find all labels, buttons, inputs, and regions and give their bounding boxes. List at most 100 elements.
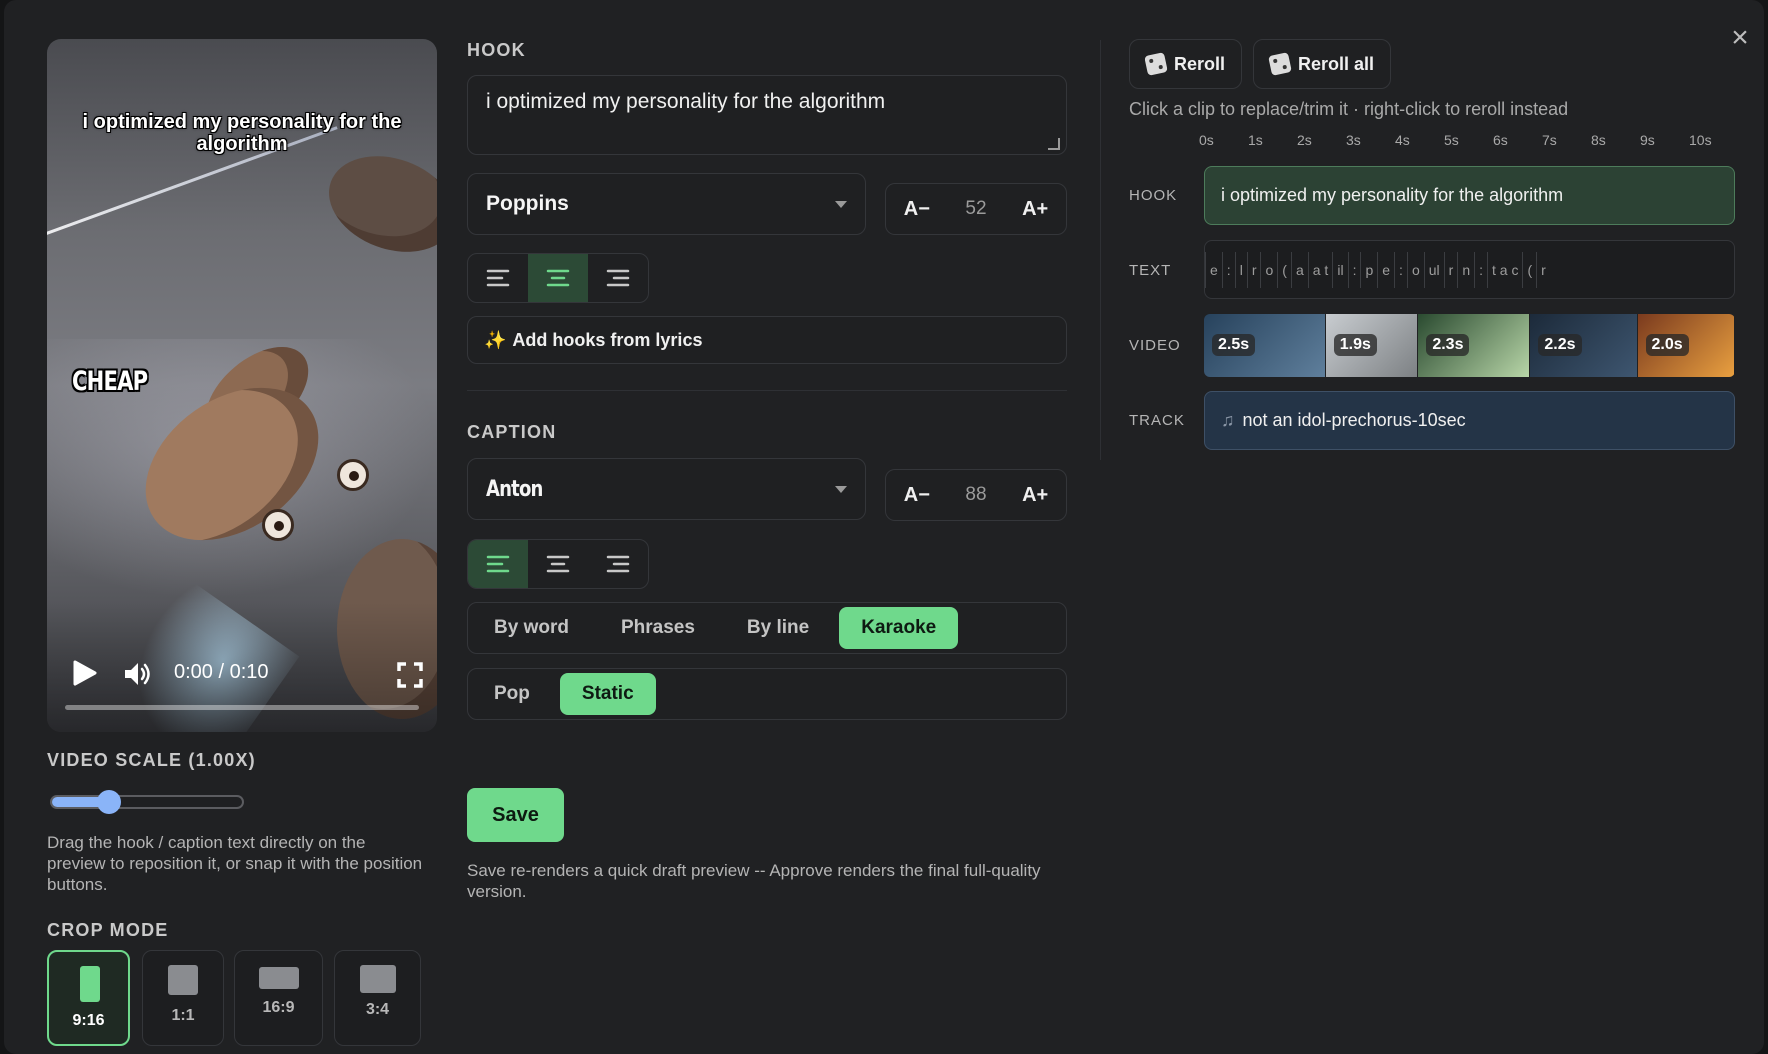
hook-text-input[interactable]: i optimized my personality for the algor… bbox=[467, 75, 1067, 155]
video-clip[interactable]: 1.9s bbox=[1325, 314, 1419, 377]
text-clip[interactable]: ( bbox=[1277, 251, 1291, 288]
crop-standard-icon bbox=[360, 965, 396, 993]
video-clip-duration: 2.2s bbox=[1538, 334, 1582, 356]
timeline-hint: Click a clip to replace/trim it · right-… bbox=[1129, 99, 1569, 119]
volume-icon[interactable] bbox=[123, 660, 153, 688]
save-button[interactable]: Save bbox=[467, 788, 564, 842]
close-icon[interactable]: × bbox=[1726, 23, 1754, 53]
dice-icon bbox=[1268, 52, 1292, 76]
text-clip[interactable]: r bbox=[1443, 251, 1458, 288]
text-clip[interactable]: : bbox=[1474, 251, 1487, 288]
video-clip[interactable]: 2.3s bbox=[1418, 314, 1531, 377]
caption-mode-by-word[interactable]: By word bbox=[472, 607, 591, 649]
video-clip-duration: 2.3s bbox=[1426, 334, 1470, 356]
add-hooks-from-lyrics-button[interactable]: ✨ Add hooks from lyrics bbox=[467, 316, 1067, 364]
text-clip[interactable]: a t bbox=[1307, 251, 1333, 288]
text-clip[interactable]: l bbox=[1234, 251, 1247, 288]
row-label-text: TEXT bbox=[1129, 262, 1172, 279]
text-track: e: l r o(a a t il: p e: o ul r n: t a c(r bbox=[1204, 240, 1735, 299]
playback-scrubber[interactable] bbox=[65, 705, 419, 710]
caption-size-increase-button[interactable]: A+ bbox=[1022, 484, 1048, 507]
video-scale-slider[interactable] bbox=[50, 790, 244, 814]
video-clip[interactable]: 2.2s bbox=[1530, 314, 1638, 377]
hook-size-increase-button[interactable]: A+ bbox=[1022, 198, 1048, 221]
column-divider bbox=[1100, 40, 1101, 460]
text-clip[interactable]: r bbox=[1246, 251, 1261, 288]
crop-option-label: 16:9 bbox=[262, 999, 295, 1016]
text-clip[interactable]: o bbox=[1260, 251, 1277, 288]
crop-option-9-16[interactable]: 9:16 bbox=[47, 950, 130, 1046]
reroll-button[interactable]: Reroll bbox=[1129, 39, 1243, 89]
text-clip[interactable]: t a c bbox=[1487, 251, 1522, 288]
crop-option-16-9[interactable]: 16:9 bbox=[234, 950, 323, 1046]
hook-clip[interactable]: i optimized my personality for the algor… bbox=[1204, 166, 1735, 225]
timeline-tick: 6s bbox=[1493, 132, 1508, 148]
align-left-icon bbox=[486, 269, 510, 287]
row-label-video: VIDEO bbox=[1129, 337, 1181, 354]
video-clip[interactable]: 2.0s bbox=[1637, 314, 1735, 377]
reposition-help-text: Drag the hook / caption text directly on… bbox=[47, 833, 423, 894]
hook-size-value: 52 bbox=[965, 198, 987, 219]
resize-handle-icon[interactable] bbox=[1048, 138, 1060, 150]
audio-track-clip[interactable]: ♫ not an idol-prechorus-10sec bbox=[1204, 391, 1735, 450]
audio-track-name: not an idol-prechorus-10sec bbox=[1242, 410, 1466, 430]
fullscreen-icon[interactable] bbox=[397, 662, 423, 688]
crop-mode-label: CROP MODE bbox=[47, 920, 169, 940]
video-clip[interactable]: 2.5s bbox=[1204, 314, 1326, 377]
caption-mode-phrases[interactable]: Phrases bbox=[599, 607, 717, 649]
hook-align-right-button[interactable] bbox=[588, 254, 648, 302]
text-clip[interactable]: p bbox=[1360, 251, 1377, 288]
video-clip-duration: 1.9s bbox=[1333, 334, 1377, 356]
caption-align-center-button[interactable] bbox=[528, 540, 588, 588]
dice-icon bbox=[1144, 52, 1168, 76]
crop-square-icon bbox=[168, 965, 198, 995]
hook-align-center-button[interactable] bbox=[528, 254, 588, 302]
caption-align-left-button[interactable] bbox=[468, 540, 528, 588]
reroll-all-label: Reroll all bbox=[1298, 53, 1375, 74]
timeline-tick: 2s bbox=[1297, 132, 1312, 148]
align-center-icon bbox=[546, 269, 570, 287]
text-clip[interactable]: : bbox=[1221, 251, 1235, 288]
timeline-tick: 10s bbox=[1689, 132, 1712, 148]
text-clip[interactable]: n bbox=[1457, 251, 1474, 288]
text-clip[interactable]: r bbox=[1536, 251, 1550, 288]
preview-creature-eye bbox=[337, 459, 369, 491]
preview-creature bbox=[315, 139, 437, 269]
crop-option-1-1[interactable]: 1:1 bbox=[142, 950, 224, 1046]
hook-text-overlay[interactable]: i optimized my personality for the algor… bbox=[67, 111, 417, 155]
text-clip[interactable]: ul bbox=[1423, 251, 1444, 288]
hook-align-group bbox=[467, 253, 649, 303]
caption-size-decrease-button[interactable]: A− bbox=[904, 484, 930, 507]
caption-mode-by-line[interactable]: By line bbox=[725, 607, 831, 649]
hook-font-select[interactable]: Poppins bbox=[467, 173, 866, 235]
caption-mode-karaoke[interactable]: Karaoke bbox=[839, 607, 959, 649]
text-clip[interactable]: a bbox=[1290, 251, 1308, 288]
caption-animation-pop[interactable]: Pop bbox=[472, 673, 552, 715]
hook-align-left-button[interactable] bbox=[468, 254, 528, 302]
text-clip[interactable]: : bbox=[1347, 251, 1361, 288]
video-scale-thumb[interactable] bbox=[97, 790, 121, 814]
text-clip[interactable]: e bbox=[1377, 251, 1394, 288]
caption-animation-static[interactable]: Static bbox=[559, 673, 656, 715]
caption-font-select[interactable]: Anton bbox=[467, 458, 866, 520]
text-clip[interactable]: o bbox=[1406, 251, 1424, 288]
crop-option-label: 9:16 bbox=[72, 1012, 105, 1029]
hook-section-label: HOOK bbox=[467, 40, 526, 60]
timeline-tick: 1s bbox=[1248, 132, 1263, 148]
text-clip[interactable]: e bbox=[1205, 251, 1222, 288]
reroll-all-button[interactable]: Reroll all bbox=[1253, 39, 1392, 89]
crop-option-3-4[interactable]: 3:4 bbox=[334, 950, 421, 1046]
caption-text-overlay[interactable]: CHEAP bbox=[72, 366, 148, 397]
play-icon[interactable] bbox=[71, 660, 97, 686]
timeline-tick: 9s bbox=[1640, 132, 1655, 148]
text-clip[interactable]: : bbox=[1394, 251, 1407, 288]
align-right-icon bbox=[606, 269, 630, 287]
caption-align-right-button[interactable] bbox=[588, 540, 648, 588]
hook-clip-text: i optimized my personality for the algor… bbox=[1221, 185, 1564, 205]
player-controls: 0:00 / 0:10 bbox=[47, 602, 437, 732]
text-clip[interactable]: il bbox=[1332, 251, 1347, 288]
video-preview[interactable]: i optimized my personality for the algor… bbox=[47, 39, 437, 732]
hook-size-decrease-button[interactable]: A− bbox=[904, 198, 930, 221]
text-clip[interactable]: ( bbox=[1522, 251, 1536, 288]
align-left-icon bbox=[486, 555, 510, 573]
